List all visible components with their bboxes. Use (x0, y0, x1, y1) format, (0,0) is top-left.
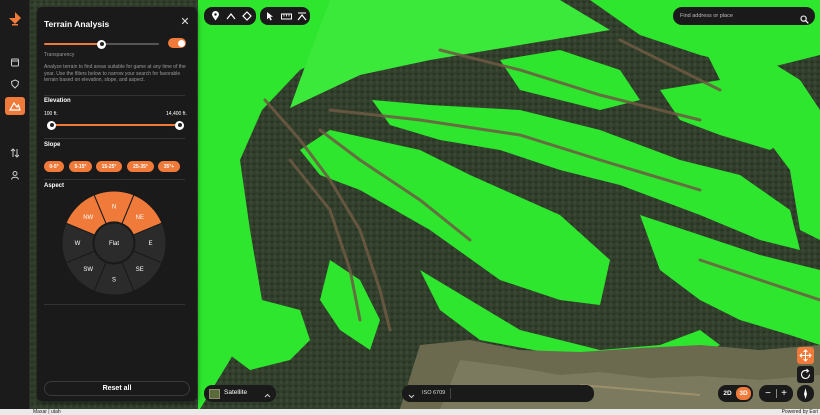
terrain-analysis-panel: Terrain Analysis ✕ Transparency Analyze … (37, 7, 197, 401)
divider (44, 304, 185, 305)
view-mode-toggle: 2D 3D (718, 385, 753, 402)
move-arrows-icon (799, 349, 812, 362)
app-logo-icon[interactable] (5, 10, 25, 28)
transparency-label: Transparency (44, 52, 75, 58)
divider (450, 388, 451, 399)
close-icon[interactable]: ✕ (179, 16, 191, 28)
aspect-label-s: S (112, 278, 116, 284)
elevation-title: Elevation (44, 98, 71, 104)
left-nav-rail (0, 0, 30, 409)
chevron-up-icon (264, 388, 271, 406)
search-input[interactable] (680, 10, 795, 22)
aspect-label-se: SE (136, 267, 144, 273)
terrain-icon[interactable] (5, 97, 25, 115)
sort-arrows-icon[interactable] (5, 144, 25, 162)
attribution-footer: Maxar | utah Powered by Esri (0, 409, 820, 415)
divider (44, 95, 185, 96)
elevation-min-handle[interactable] (47, 120, 56, 130)
rotate-icon (800, 368, 811, 380)
coordinate-format-label[interactable]: ISO 6709 (422, 390, 445, 396)
aspect-label-n: N (112, 205, 116, 211)
aspect-label-ne: NE (136, 215, 144, 221)
slope-option-35-plus[interactable]: 35°+ (158, 161, 180, 172)
divider (775, 389, 777, 398)
elevation-max-label: 14,400 ft. (166, 111, 187, 117)
aspect-wheel: N NE E SE S SW W NW Flat (61, 190, 167, 296)
slope-option-15-25[interactable]: 15-25° (96, 161, 122, 172)
shield-icon[interactable] (5, 75, 25, 93)
attribution-right[interactable]: Powered by Esri (782, 409, 818, 415)
transparency-slider-handle[interactable] (97, 39, 106, 49)
aspect-label-w: W (75, 241, 81, 247)
divider (44, 179, 185, 180)
search-bar (673, 7, 815, 25)
elevation-profile-icon[interactable] (295, 9, 309, 23)
search-icon[interactable] (800, 11, 809, 29)
view-3d-button[interactable]: 3D (736, 387, 751, 400)
slope-option-25-35[interactable]: 25-35° (127, 161, 154, 172)
aspect-flat-label: Flat (109, 241, 119, 247)
line-icon[interactable] (224, 9, 238, 23)
panel-description: Analyze terrain to find areas suitable f… (44, 64, 186, 84)
aspect-label-sw: SW (83, 267, 93, 273)
elevation-slider-track[interactable] (51, 124, 179, 126)
rotate-button[interactable] (797, 366, 814, 383)
user-icon[interactable] (5, 166, 25, 184)
aspect-label-e: E (148, 241, 152, 247)
zoom-out-icon[interactable]: − (762, 386, 774, 401)
ruler-icon[interactable] (279, 9, 293, 23)
satellite-thumbnail-icon (209, 388, 220, 399)
panel-title: Terrain Analysis (44, 19, 110, 29)
pin-icon[interactable] (208, 9, 222, 23)
basemap-label: Satellite (224, 389, 248, 396)
app-root: Terrain Analysis ✕ Transparency Analyze … (0, 0, 820, 415)
draw-toolbar (204, 7, 256, 25)
view-2d-button[interactable]: 2D (720, 387, 735, 400)
aspect-title: Aspect (44, 183, 65, 189)
transparency-slider-fill (44, 43, 101, 45)
elevation-max-handle[interactable] (175, 120, 184, 130)
layers-icon[interactable] (5, 53, 25, 71)
elevation-min-label: 100 ft. (44, 111, 58, 117)
polygon-icon[interactable] (240, 9, 254, 23)
chevron-down-icon[interactable] (408, 388, 415, 406)
coordinate-format-bar: ISO 6709 (402, 385, 594, 402)
reset-all-button[interactable]: Reset all (44, 381, 190, 396)
slope-title: Slope (44, 142, 61, 148)
zoom-in-icon[interactable]: + (778, 386, 790, 401)
zoom-controls: − + (759, 385, 793, 402)
transparency-slider-track[interactable] (101, 43, 159, 45)
compass-needle-icon (804, 388, 807, 399)
slope-option-0-5[interactable]: 0-5° (44, 161, 64, 172)
slope-option-5-15[interactable]: 5-15° (69, 161, 92, 172)
attribution-left: Maxar | utah (33, 409, 61, 415)
pan-button[interactable] (797, 347, 814, 364)
overlay-toggle[interactable] (168, 38, 186, 48)
aspect-label-nw: NW (83, 215, 93, 221)
divider (44, 138, 185, 139)
basemap-selector[interactable]: Satellite (204, 385, 276, 402)
cursor-icon[interactable] (263, 9, 277, 23)
compass-button[interactable] (797, 385, 814, 402)
measure-toolbar (260, 7, 310, 25)
